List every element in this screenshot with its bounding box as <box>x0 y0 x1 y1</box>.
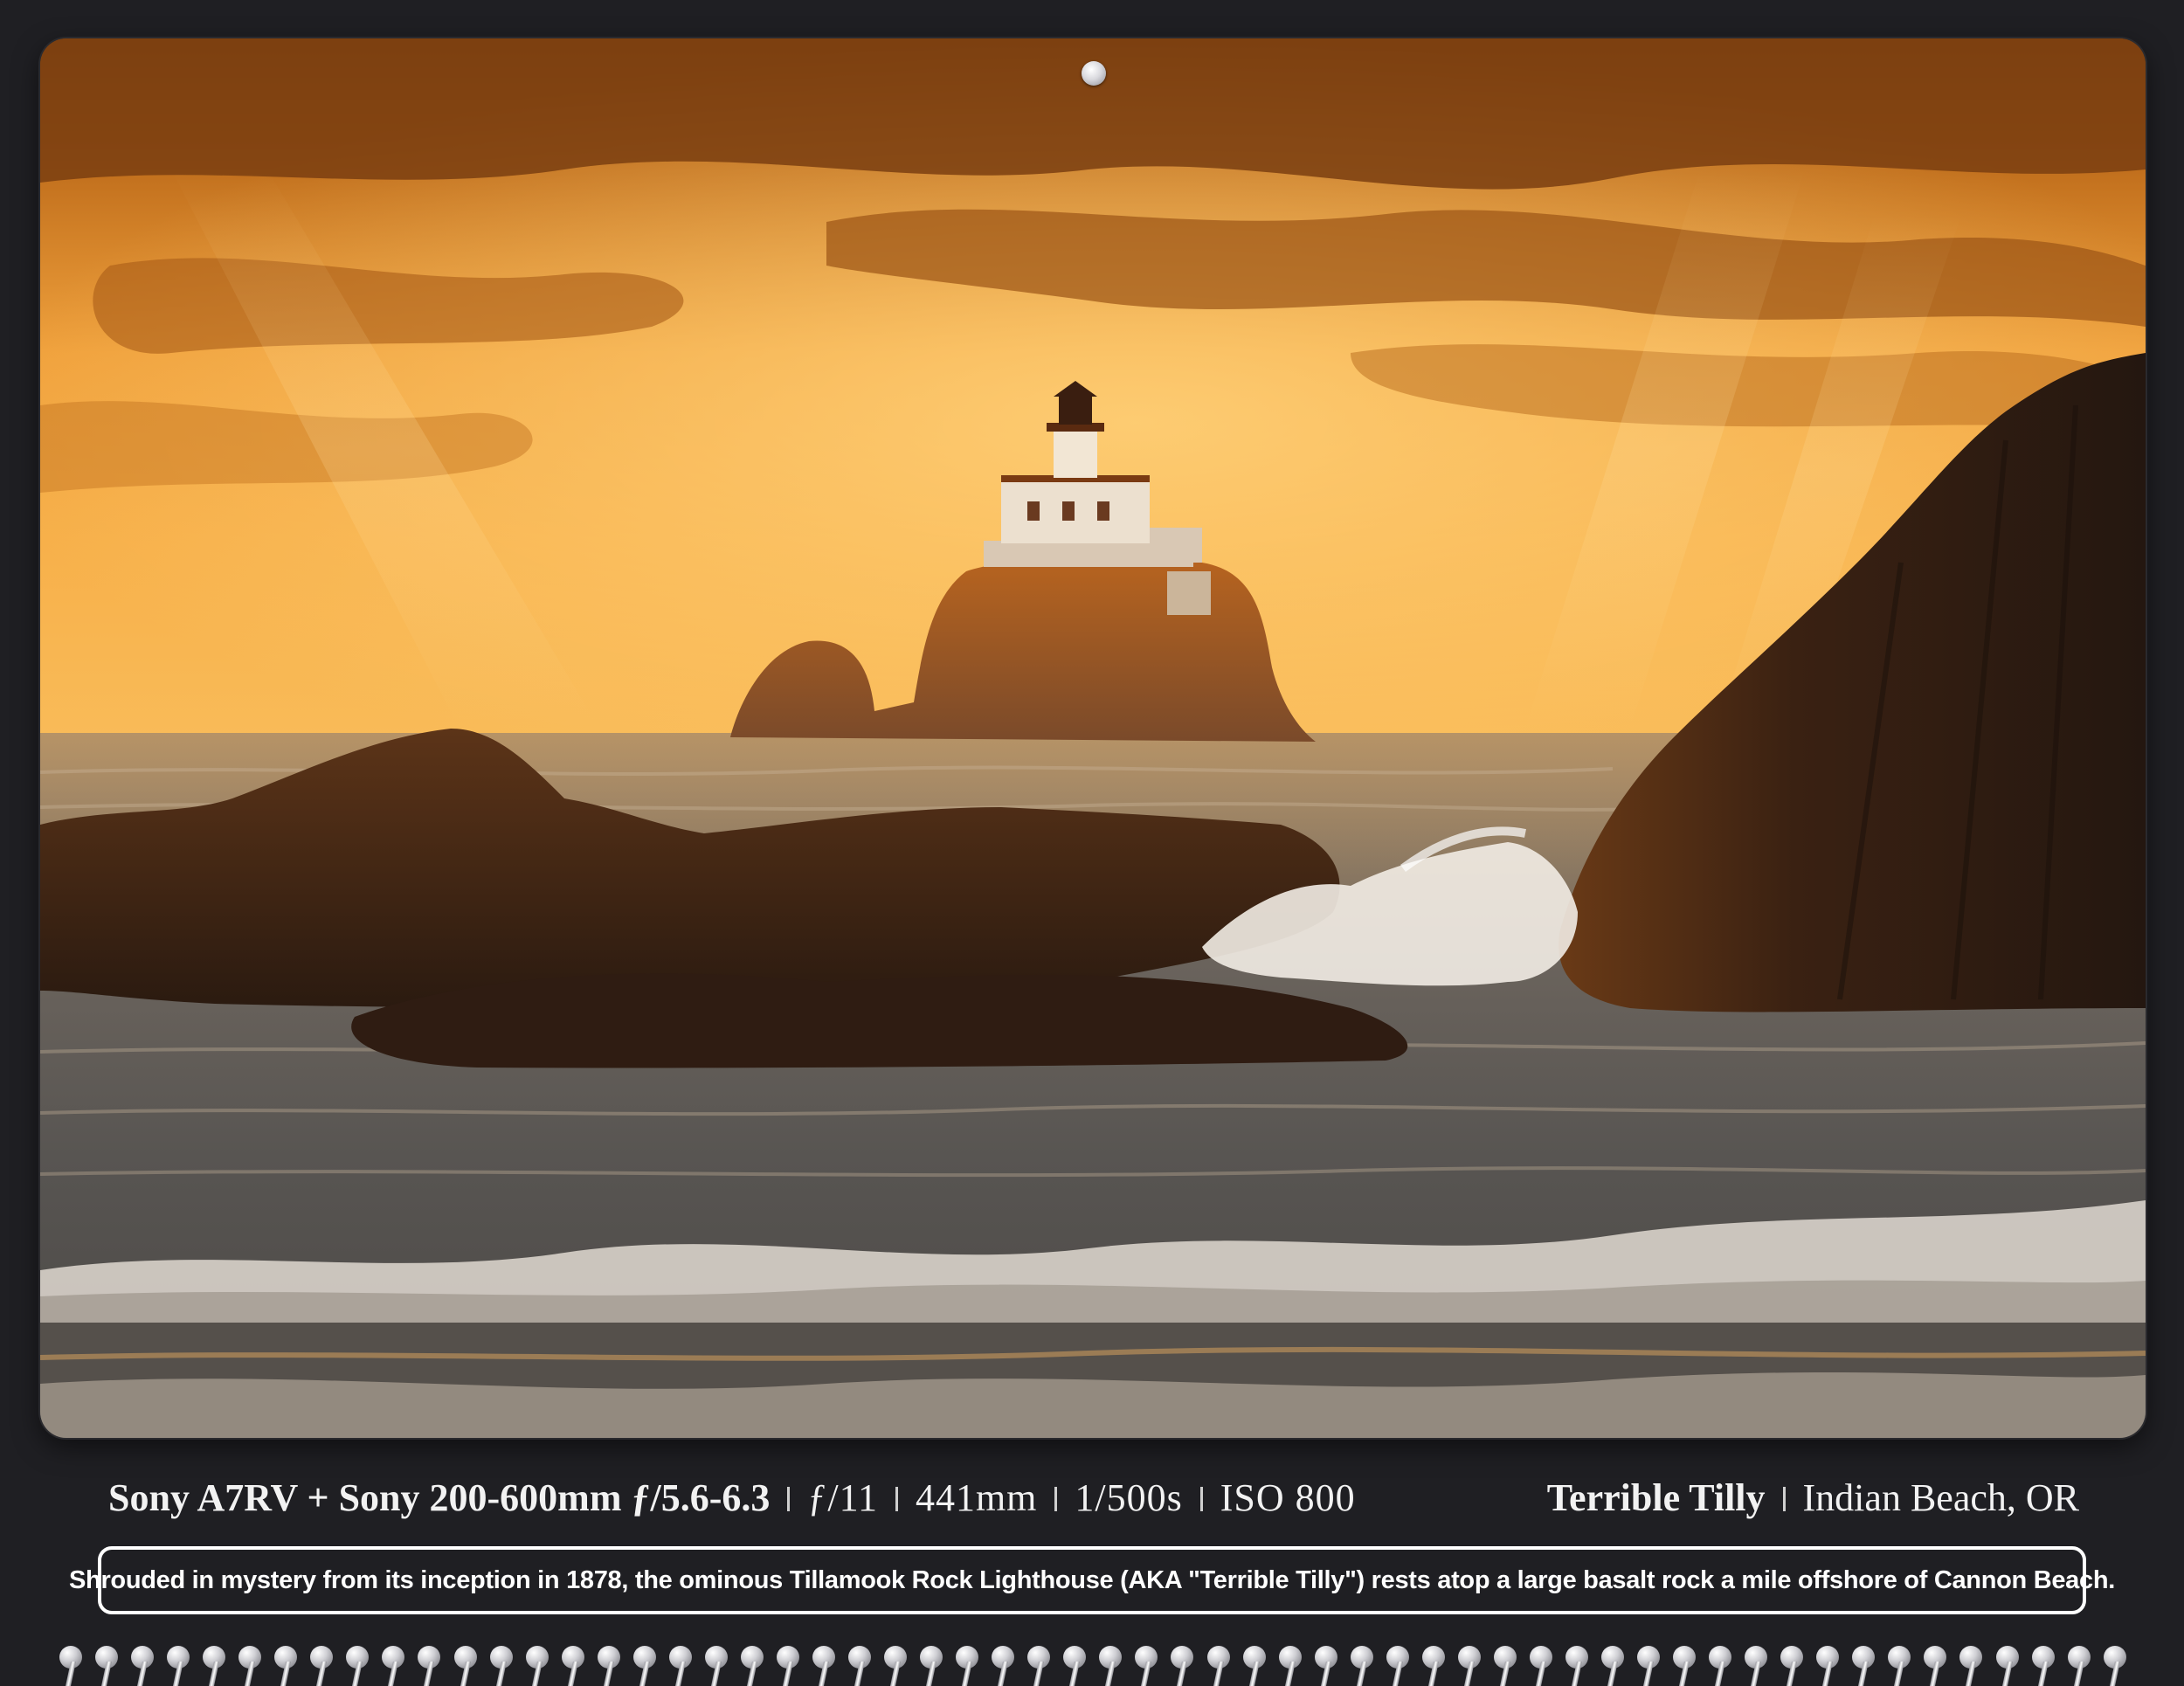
binding-ring <box>93 1642 120 1686</box>
separator <box>895 1487 898 1511</box>
camera-settings: Sony A7RV + Sony 200-600mm ƒ/5.6-6.3 ƒ/1… <box>108 1475 1356 1520</box>
binding-ring <box>344 1642 370 1686</box>
binding-ring <box>2102 1642 2128 1686</box>
camera-lens-label: Sony A7RV + Sony 200-600mm ƒ/5.6-6.3 <box>108 1475 771 1519</box>
binding-ring <box>1206 1642 1232 1686</box>
photo-caption-text: Shrouded in mystery from its inception i… <box>68 1565 2116 1594</box>
binding-ring <box>954 1642 980 1686</box>
binding-ring <box>1958 1642 1984 1686</box>
binding-ring <box>1385 1642 1411 1686</box>
binding-ring <box>1349 1642 1375 1686</box>
lighthouse-sunset-image <box>40 38 2146 1438</box>
binding-ring <box>524 1642 550 1686</box>
photo-info-line: Sony A7RV + Sony 200-600mm ƒ/5.6-6.3 ƒ/1… <box>108 1471 2079 1524</box>
binding-ring <box>1922 1642 1948 1686</box>
photo-location: Indian Beach, OR <box>1802 1475 2079 1519</box>
binding-ring <box>308 1642 335 1686</box>
binding-ring <box>1779 1642 1805 1686</box>
focal-length-label: 441mm <box>915 1475 1038 1519</box>
binding-ring <box>1743 1642 1769 1686</box>
binding-ring <box>632 1642 658 1686</box>
binding-ring <box>1994 1642 2021 1686</box>
binding-ring <box>1492 1642 1518 1686</box>
binding-ring <box>739 1642 765 1686</box>
binding-ring <box>1313 1642 1339 1686</box>
binding-ring <box>1133 1642 1159 1686</box>
binding-ring <box>165 1642 191 1686</box>
binding-ring <box>1707 1642 1733 1686</box>
separator <box>787 1487 791 1511</box>
separator <box>1054 1487 1058 1511</box>
binding-ring <box>990 1642 1016 1686</box>
binding-ring <box>560 1642 586 1686</box>
binding-ring <box>380 1642 406 1686</box>
binding-ring <box>1169 1642 1195 1686</box>
binding-ring <box>488 1642 515 1686</box>
binding-ring <box>1456 1642 1482 1686</box>
calendar-photo <box>40 38 2146 1438</box>
binding-ring <box>596 1642 622 1686</box>
binding-ring <box>1814 1642 1841 1686</box>
binding-ring <box>129 1642 156 1686</box>
binding-ring <box>1026 1642 1052 1686</box>
binding-ring <box>1097 1642 1123 1686</box>
binding-ring <box>1600 1642 1626 1686</box>
iso-label: ISO 800 <box>1220 1475 1356 1519</box>
binding-ring <box>1671 1642 1697 1686</box>
binding-ring <box>667 1642 694 1686</box>
photo-caption-box: Shrouded in mystery from its inception i… <box>69 1546 2115 1614</box>
binding-ring <box>1564 1642 1590 1686</box>
binding-ring <box>1850 1642 1876 1686</box>
aperture-label: ƒ/11 <box>807 1475 878 1519</box>
binding-ring <box>703 1642 729 1686</box>
calendar-hang-hole <box>1082 61 1106 86</box>
binding-ring <box>1241 1642 1268 1686</box>
binding-ring <box>453 1642 479 1686</box>
binding-ring <box>918 1642 944 1686</box>
binding-ring <box>1886 1642 1912 1686</box>
binding-ring <box>1277 1642 1303 1686</box>
binding-ring <box>2030 1642 2056 1686</box>
binding-ring <box>1528 1642 1554 1686</box>
binding-ring <box>1420 1642 1447 1686</box>
shutter-speed-label: 1/500s <box>1075 1475 1183 1519</box>
binding-ring <box>775 1642 801 1686</box>
binding-ring <box>882 1642 909 1686</box>
photo-title-location: Terrible Tilly Indian Beach, OR <box>1547 1475 2079 1520</box>
binding-ring <box>58 1642 84 1686</box>
spiral-binding <box>58 1642 2128 1686</box>
binding-ring <box>201 1642 227 1686</box>
binding-ring <box>847 1642 873 1686</box>
binding-ring <box>416 1642 442 1686</box>
binding-ring <box>1061 1642 1088 1686</box>
binding-ring <box>273 1642 299 1686</box>
photo-title: Terrible Tilly <box>1546 1475 1766 1519</box>
binding-ring <box>1635 1642 1662 1686</box>
binding-ring <box>811 1642 837 1686</box>
separator <box>1199 1487 1203 1511</box>
binding-ring <box>237 1642 263 1686</box>
separator <box>1782 1487 1786 1511</box>
binding-ring <box>2066 1642 2092 1686</box>
